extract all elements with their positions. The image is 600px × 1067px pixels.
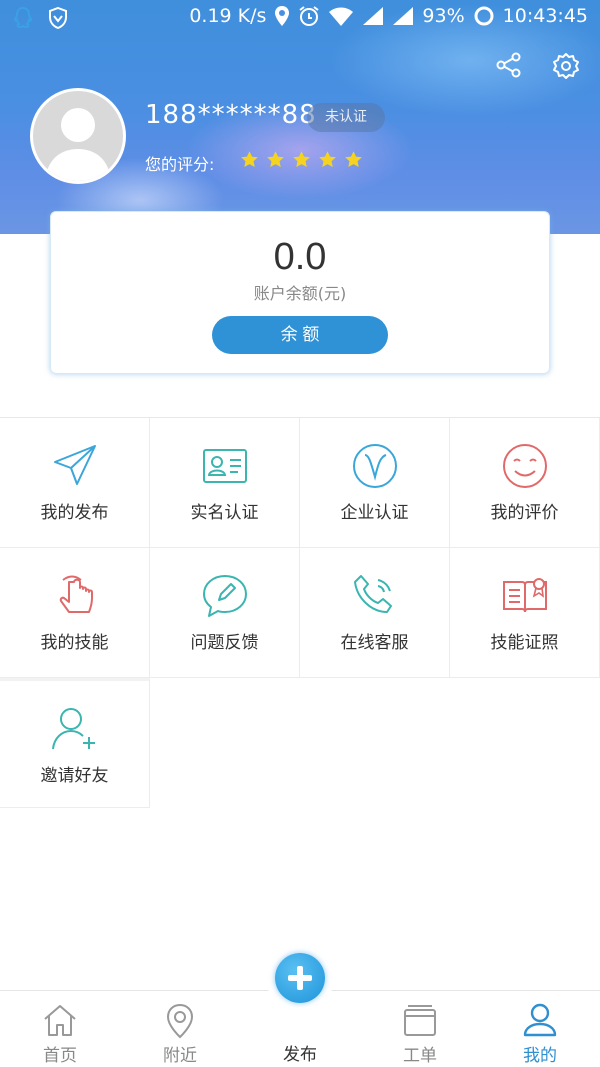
- sync-circle-icon: [473, 5, 495, 27]
- grid-item-label: 问题反馈: [190, 633, 259, 653]
- battery-level: 93%: [422, 5, 465, 27]
- verify-status-badge: 未认证: [307, 103, 385, 132]
- grid-item-label: 实名认证: [190, 503, 259, 523]
- certificate-book-icon: [501, 572, 549, 624]
- nav-tab-work-orders[interactable]: 工单: [360, 991, 480, 1067]
- grid-item-label: 我的发布: [40, 503, 109, 523]
- status-time: 10:43:45: [502, 5, 588, 27]
- feedback-bubble-icon: [201, 572, 249, 624]
- signal-icon: [362, 6, 384, 26]
- home-icon: [42, 1003, 78, 1041]
- map-pin-icon: [165, 1003, 195, 1043]
- grid-item-my-reviews[interactable]: 我的评价: [450, 418, 600, 548]
- user-phone: 188******88: [145, 100, 317, 130]
- grid-item-label: 企业认证: [340, 503, 409, 523]
- user-icon: [522, 1003, 558, 1041]
- balance-button[interactable]: 余 额: [212, 316, 388, 354]
- rating-stars: [240, 150, 363, 169]
- v-badge-icon: [351, 442, 399, 494]
- star-icon: [345, 151, 362, 168]
- star-icon: [319, 151, 336, 168]
- grid-item-online-support[interactable]: 在线客服: [300, 548, 450, 678]
- grid-item-skill-certificates[interactable]: 技能证照: [450, 548, 600, 678]
- phone-call-icon: [351, 572, 399, 624]
- status-bar: 0.19 K/s 93% 10:43:45: [0, 0, 600, 38]
- star-icon: [293, 151, 310, 168]
- profile-screen: 0.19 K/s 93% 10:43:45 188******88 未认证 您的…: [0, 0, 600, 1067]
- settings-gear-icon[interactable]: [552, 52, 580, 80]
- vpn-shield-icon: [48, 7, 68, 29]
- rating-label: 您的评分:: [145, 155, 215, 174]
- nav-tab-nearby[interactable]: 附近: [120, 991, 240, 1067]
- work-order-icon: [402, 1003, 438, 1041]
- nav-tab-publish-label[interactable]: 发布: [240, 1040, 360, 1065]
- nav-tab-home[interactable]: 首页: [0, 991, 120, 1067]
- grid-item-label: 技能证照: [490, 633, 559, 653]
- id-card-icon: [201, 442, 249, 494]
- grid-item-enterprise-verify[interactable]: 企业认证: [300, 418, 450, 548]
- add-friend-icon: [51, 705, 99, 757]
- send-arrow-icon: [51, 442, 99, 494]
- grid-item-realname-verify[interactable]: 实名认证: [150, 418, 300, 548]
- alarm-icon: [298, 5, 320, 27]
- share-icon[interactable]: [496, 52, 522, 80]
- star-icon: [267, 151, 284, 168]
- nav-tab-label: 工单: [403, 1046, 437, 1066]
- nav-tab-mine[interactable]: 我的: [480, 991, 600, 1067]
- hand-touch-icon: [51, 572, 99, 624]
- profile-header: 0.19 K/s 93% 10:43:45 188******88 未认证 您的…: [0, 0, 600, 234]
- nav-tab-label: 附近: [163, 1046, 197, 1066]
- nav-tab-label: 我的: [523, 1046, 557, 1066]
- grid-item-invite-friends[interactable]: 邀请好友: [0, 678, 150, 808]
- grid-item-label: 在线客服: [340, 633, 409, 653]
- location-icon: [274, 5, 290, 27]
- grid-item-label: 我的技能: [40, 633, 109, 653]
- star-icon: [241, 151, 258, 168]
- nav-tab-label: 首页: [43, 1046, 77, 1066]
- grid-item-feedback[interactable]: 问题反馈: [150, 548, 300, 678]
- balance-label: 账户余额(元): [253, 284, 347, 303]
- qq-icon: [12, 6, 34, 30]
- grid-item-label: 我的评价: [490, 503, 559, 523]
- avatar[interactable]: [30, 88, 126, 184]
- grid-item-label: 邀请好友: [40, 766, 109, 786]
- grid-item-my-posts[interactable]: 我的发布: [0, 418, 150, 548]
- wifi-icon: [328, 6, 354, 26]
- network-speed: 0.19 K/s: [189, 5, 267, 27]
- balance-card: 0.0 账户余额(元) 余 额: [50, 211, 550, 374]
- grid-item-my-skills[interactable]: 我的技能: [0, 548, 150, 678]
- balance-amount: 0.0: [273, 236, 327, 278]
- plus-circle-icon[interactable]: [275, 953, 325, 1003]
- smiley-icon: [501, 442, 549, 494]
- signal-icon: [392, 6, 414, 26]
- header-actions: [496, 52, 580, 80]
